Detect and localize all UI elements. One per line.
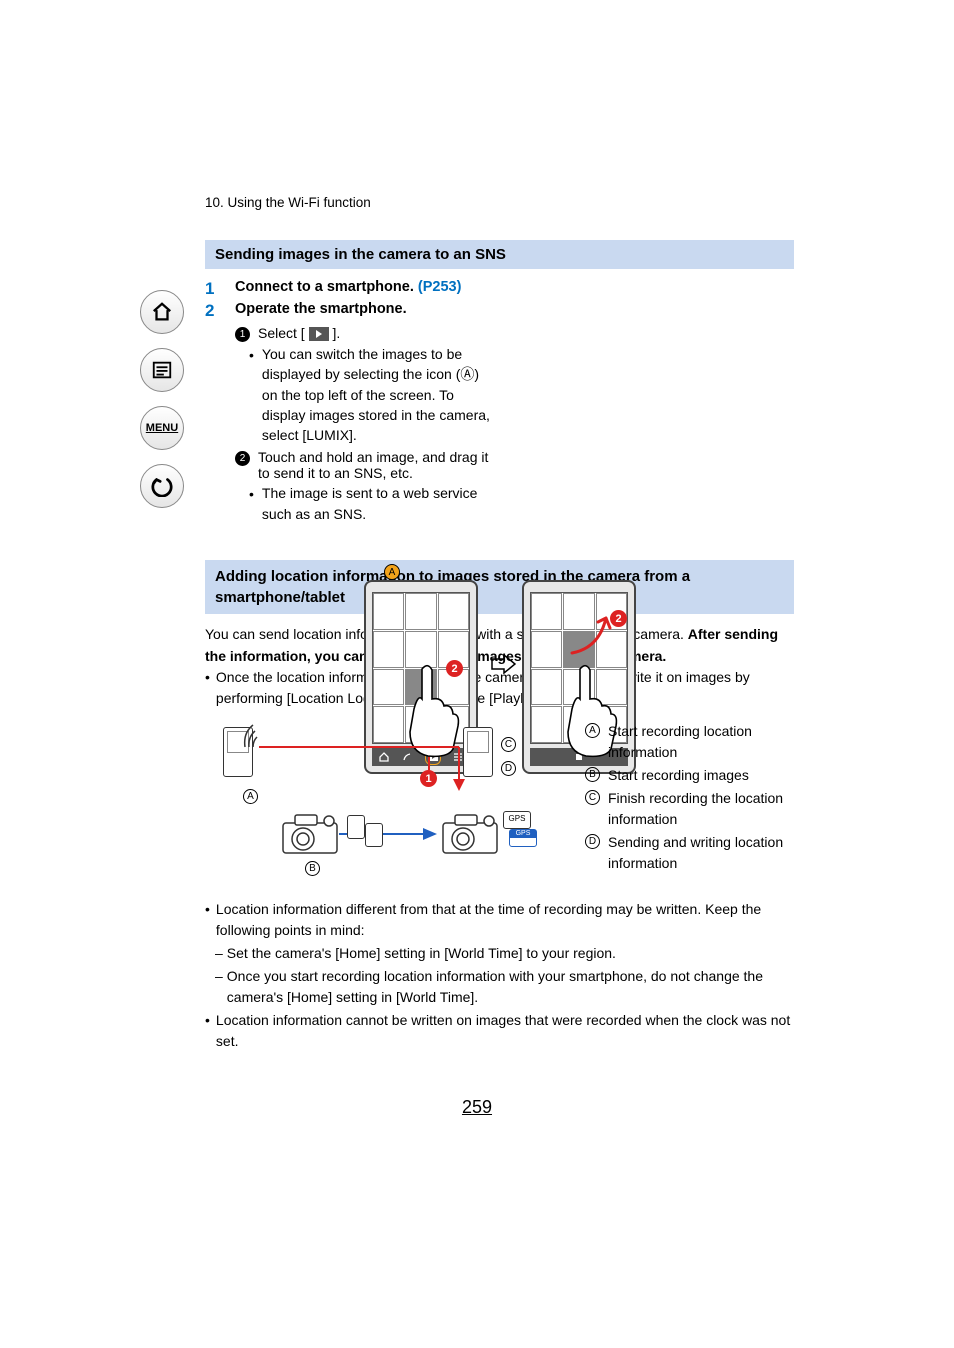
note-dash-1: Set the camera's [Home] setting in [Worl… bbox=[227, 943, 616, 964]
camera-icon bbox=[281, 813, 339, 855]
step-text: Operate the smartphone. bbox=[235, 301, 407, 321]
substep-1-post: ]. bbox=[329, 325, 341, 341]
bullet-icon: • bbox=[249, 484, 254, 524]
substep-2-bullet: The image is sent to a web service such … bbox=[262, 483, 495, 524]
gps-label: GPS bbox=[503, 811, 531, 829]
legend-A-text: Start recording location information bbox=[608, 721, 794, 763]
bullet-icon: • bbox=[205, 667, 210, 709]
step-number: 2 bbox=[205, 301, 219, 321]
note-1: Location information different from that… bbox=[216, 899, 794, 941]
diagram-label-D: D bbox=[501, 761, 516, 776]
home-icon[interactable] bbox=[140, 290, 184, 334]
dash-icon: – bbox=[215, 966, 223, 1008]
step-1-label: Connect to a smartphone. bbox=[235, 279, 418, 295]
substep-marker-2: 2 bbox=[235, 451, 250, 466]
playback-icon bbox=[309, 327, 329, 341]
legend-B-text: Start recording images bbox=[608, 765, 749, 786]
substep-2-text: Touch and hold an image, and drag it to … bbox=[258, 449, 495, 481]
bullet-icon: • bbox=[205, 1010, 210, 1052]
legend-marker-B: B bbox=[585, 767, 600, 782]
substep-1-text: Select [ ]. bbox=[258, 325, 340, 342]
page-link-p253[interactable]: (P253) bbox=[418, 279, 462, 295]
diagram-legend: AStart recording location information BS… bbox=[585, 721, 794, 876]
step-text: Connect to a smartphone. (P253) bbox=[235, 279, 461, 299]
page-number: 259 bbox=[0, 1097, 954, 1118]
legend-marker-A: A bbox=[585, 723, 600, 738]
section-title-sns: Sending images in the camera to an SNS bbox=[205, 240, 794, 269]
legend-marker-D: D bbox=[585, 834, 600, 849]
substep-1-pre: Select [ bbox=[258, 325, 309, 341]
toc-icon[interactable] bbox=[140, 348, 184, 392]
chapter-heading: 10. Using the Wi-Fi function bbox=[205, 195, 954, 210]
drag-arrow-icon bbox=[564, 608, 616, 658]
diagram-label-C: C bbox=[501, 737, 516, 752]
flow-arrow-icon bbox=[259, 743, 475, 793]
legend-marker-C: C bbox=[585, 790, 600, 805]
back-icon[interactable] bbox=[140, 464, 184, 508]
legend-D-text: Sending and writing location information bbox=[608, 832, 794, 874]
sidebar: MENU bbox=[140, 290, 186, 508]
note-dash-2: Once you start recording location inform… bbox=[227, 966, 794, 1008]
menu-icon[interactable]: MENU bbox=[140, 406, 184, 450]
legend-C-text: Finish recording the location informatio… bbox=[608, 788, 794, 830]
bullet-icon: • bbox=[249, 345, 254, 445]
substep-marker-1: 1 bbox=[235, 327, 250, 342]
diagram-label-A: A bbox=[243, 789, 258, 804]
note-2: Location information cannot be written o… bbox=[216, 1010, 794, 1052]
diagram-label-B: B bbox=[305, 861, 320, 876]
location-diagram: A B bbox=[205, 721, 794, 871]
substep-1-bullet: You can switch the images to be displaye… bbox=[262, 344, 495, 445]
arrow-right-icon bbox=[490, 654, 516, 674]
figure-label-A: A bbox=[384, 564, 400, 580]
bullet-icon: • bbox=[205, 899, 210, 941]
step-number: 1 bbox=[205, 279, 219, 299]
camera-icon bbox=[441, 813, 499, 855]
dash-icon: – bbox=[215, 943, 223, 964]
gps-label: GPS bbox=[510, 830, 536, 838]
